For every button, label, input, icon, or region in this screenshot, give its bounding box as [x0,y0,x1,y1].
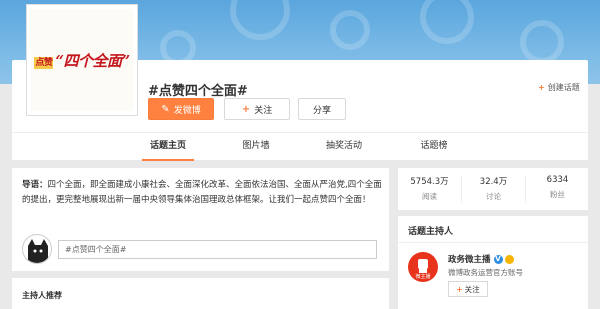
host-description: 微博政务运营官方账号 [448,268,523,277]
tab-topic-ranking[interactable]: 话题榜 [408,133,460,161]
plus-icon: + [456,284,463,294]
create-topic-label: 创建话题 [547,83,580,92]
topic-cover-image: 点赞 “四个全面” [26,4,138,116]
share-button[interactable]: 分享 [298,98,346,120]
verified-icon: V [493,255,503,264]
banner-decoration [520,20,564,64]
intro-label: 导语： [22,180,48,190]
tab-lottery[interactable]: 抽奖活动 [318,133,370,161]
stat-reads: 5754.3万 阅读 [398,175,461,202]
follow-topic-label: 关注 [254,105,273,116]
follow-topic-button[interactable]: + 关注 [224,98,290,120]
host-recommend-title: 主持人推荐 [22,291,62,300]
topic-intro: 导语：四个全面，即全面建成小康社会、全面深化改革、全面依法治国、全面从严治党,四… [22,178,382,208]
smile-badge-icon [504,255,514,264]
topic-stats: 5754.3万 阅读 32.4万 讨论 6334 粉丝 [398,168,588,210]
plus-icon: + [241,103,251,115]
share-label: 分享 [312,105,331,116]
post-weibo-button[interactable]: ✎ 发微博 [148,98,214,120]
topic-hosts-card: 话题主持人 微主播 政务微主播 V 微博政务运营官方账号 + 关注 [398,216,588,309]
stat-value: 5754.3万 [410,177,449,187]
topic-intro-card: 导语：四个全面，即全面建成小康社会、全面深化改革、全面依法治国、全面从严治党,四… [12,168,389,271]
user-avatar[interactable] [22,234,52,264]
topic-tabs: 话题主页 图片墙 抽奖活动 话题榜 [12,132,588,161]
stat-value: 32.4万 [479,177,508,187]
follow-host-label: 关注 [464,284,480,294]
tab-home[interactable]: 话题主页 [142,133,194,161]
topic-cover-art: 点赞 “四个全面” [31,9,133,111]
create-topic-link[interactable]: + 创建话题 [538,82,580,93]
stat-label: 阅读 [422,192,437,201]
host-name: 政务微主播 [448,255,491,265]
host-avatar[interactable]: 微主播 [408,252,438,282]
topic-cover-caption: “四个全面” [55,51,130,70]
stat-value: 6334 [546,175,569,185]
edit-icon: ✎ [161,103,170,115]
topic-cover-logo: 点赞 “四个全面” [34,50,130,71]
stat-label: 讨论 [486,192,501,201]
intro-text: 四个全面，即全面建成小康社会、全面深化改革、全面依法治国、全面从严治党,四个全面… [22,180,382,205]
topic-hosts-title: 话题主持人 [408,227,454,237]
plus-icon: + [538,83,545,92]
post-weibo-label: 发微博 [173,105,201,116]
cat-avatar-icon [28,239,48,263]
stat-label: 粉丝 [550,190,565,199]
topic-cover-prefix: 点赞 [34,57,54,69]
stat-fans: 6334 粉丝 [526,175,589,200]
host-recommend-section: 主持人推荐 [12,278,389,309]
topic-title: #点赞四个全面# [148,84,248,99]
banner-decoration [420,0,474,44]
follow-host-button[interactable]: + 关注 [448,281,488,297]
tab-image-wall[interactable]: 图片墙 [232,133,280,161]
host-name-link[interactable]: 政务微主播 V [448,253,514,265]
divider [398,242,588,243]
banner-decoration [230,0,290,40]
stat-discussions: 32.4万 讨论 [462,175,525,202]
banner-decoration [330,10,370,50]
host-avatar-text: 微主播 [415,274,431,280]
post-composer-input[interactable] [58,240,377,259]
